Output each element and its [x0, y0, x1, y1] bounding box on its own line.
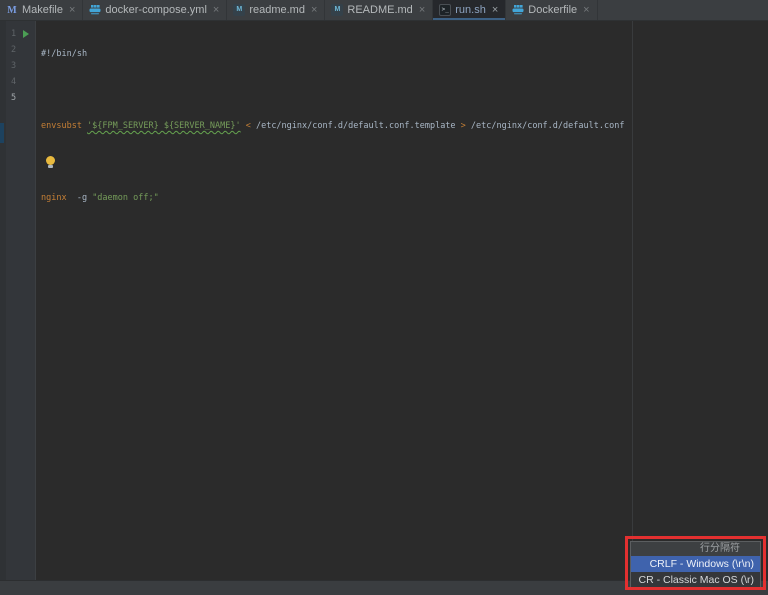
line-number: 3: [11, 61, 19, 71]
tab-docker-compose-yml[interactable]: docker-compose.yml ×: [83, 0, 227, 20]
editor-tab-bar: M Makefile × docker-compose.yml × M read…: [0, 0, 768, 21]
tab-readme-md[interactable]: M readme.md ×: [227, 0, 325, 20]
bulb-glass: [46, 156, 55, 165]
tab-makefile[interactable]: M Makefile ×: [0, 0, 83, 20]
docker-icon: [89, 4, 101, 16]
line-separator-popup-title: 行分隔符: [631, 542, 760, 556]
makefile-icon: M: [6, 4, 18, 16]
close-icon[interactable]: ×: [213, 4, 219, 16]
close-icon[interactable]: ×: [419, 4, 425, 16]
tab-readme-md-upper[interactable]: M README.md ×: [325, 0, 433, 20]
close-icon[interactable]: ×: [311, 4, 317, 16]
close-icon[interactable]: ×: [492, 4, 498, 16]
bulb-base: [48, 165, 53, 168]
code-line-3: envsubst '${FPM_SERVER} ${SERVER_NAME}' …: [37, 118, 768, 134]
ide-window: M Makefile × docker-compose.yml × M read…: [0, 0, 768, 595]
tab-run-sh[interactable]: >_ run.sh ×: [433, 0, 506, 20]
editor-gutter: 1 2 3 4 5: [6, 21, 36, 580]
code-line-2: [37, 82, 768, 98]
close-icon[interactable]: ×: [69, 4, 75, 16]
envsubst-command: envsubst: [41, 121, 87, 131]
tab-label: docker-compose.yml: [105, 4, 206, 16]
tab-label: run.sh: [455, 4, 486, 16]
popup-item-crlf-windows[interactable]: CRLF - Windows (\r\n): [631, 556, 760, 572]
markdown-icon: M: [331, 4, 343, 16]
line-number: 5: [11, 93, 19, 103]
right-margin-guide: [632, 21, 633, 580]
gutter-line-4: 4: [6, 74, 35, 90]
line-number: 2: [11, 45, 19, 55]
tab-label: readme.md: [249, 4, 305, 16]
docker-icon: [512, 4, 524, 16]
tab-label: Dockerfile: [528, 4, 577, 16]
code-line-1: #!/bin/sh: [37, 46, 768, 62]
editor-pane[interactable]: 1 2 3 4 5 #!/bin/sh envsubst '${FPM_SERV…: [0, 21, 768, 580]
tab-dockerfile[interactable]: Dockerfile ×: [506, 0, 597, 20]
code-line-5: nginx -g "daemon off;": [37, 190, 768, 206]
gutter-line-1: 1: [6, 26, 35, 42]
daemon-off-string: "daemon off;": [92, 193, 159, 203]
tool-window-marker[interactable]: [0, 123, 4, 143]
gutter-line-3: 3: [6, 58, 35, 74]
shell-script-icon: >_: [439, 4, 451, 16]
code-line-4: [37, 154, 768, 170]
gutter-line-5: 5: [6, 90, 35, 106]
line-number: 4: [11, 77, 19, 87]
markdown-icon: M: [233, 4, 245, 16]
shebang-text: #!/bin/sh: [41, 49, 87, 59]
popup-item-cr-classic-mac[interactable]: CR - Classic Mac OS (\r): [631, 572, 760, 588]
envsubst-vars-string: '${FPM_SERVER} ${SERVER_NAME}': [87, 121, 241, 131]
line-number: 1: [11, 29, 19, 39]
line-separator-popup: 行分隔符 CRLF - Windows (\r\n) CR - Classic …: [630, 541, 761, 589]
template-path: /etc/nginx/conf.d/default.conf.template: [251, 121, 461, 131]
code-area[interactable]: #!/bin/sh envsubst '${FPM_SERVER} ${SERV…: [37, 21, 768, 580]
close-icon[interactable]: ×: [583, 4, 589, 16]
run-script-icon[interactable]: [23, 30, 29, 38]
intention-bulb-icon[interactable]: [46, 156, 55, 168]
tab-label: Makefile: [22, 4, 63, 16]
output-path: /etc/nginx/conf.d/default.conf: [466, 121, 625, 131]
tab-label: README.md: [347, 4, 412, 16]
gutter-line-2: 2: [6, 42, 35, 58]
